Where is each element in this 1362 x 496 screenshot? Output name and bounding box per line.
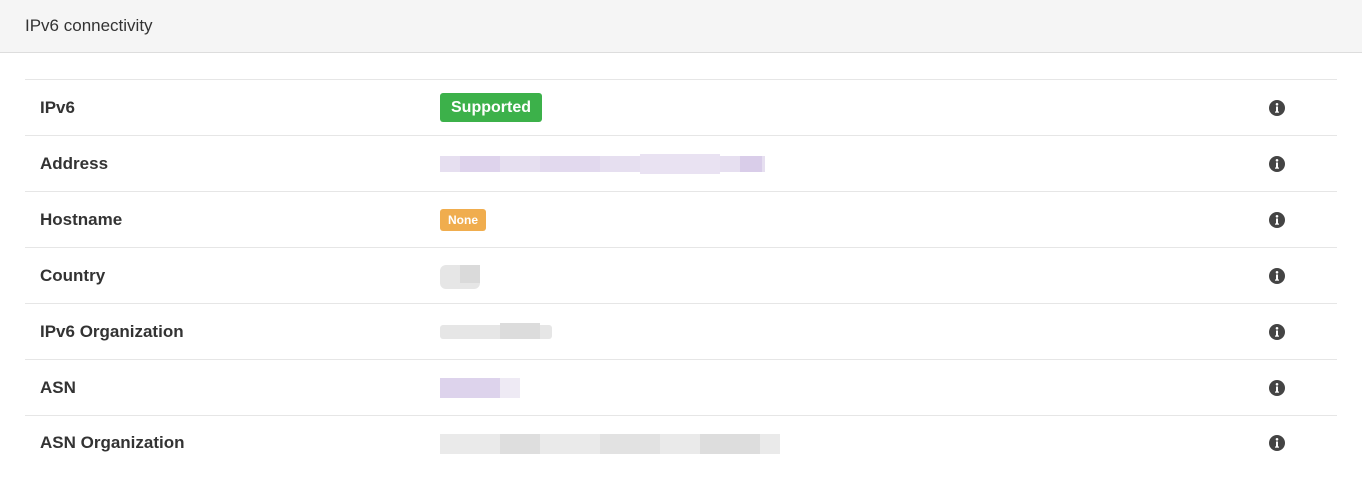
info-circle-icon[interactable] <box>1269 323 1285 340</box>
info-circle-icon[interactable] <box>1269 267 1285 284</box>
row-label: IPv6 <box>40 97 75 117</box>
redacted-asn <box>440 373 522 403</box>
row-value <box>440 416 782 470</box>
none-badge: None <box>440 208 486 231</box>
redacted-country <box>440 261 485 291</box>
info-circle-icon[interactable] <box>1269 379 1285 396</box>
row-label: IPv6 Organization <box>40 321 184 341</box>
info-circle-icon[interactable] <box>1269 211 1285 228</box>
table-row-asn: ASN <box>25 359 1337 415</box>
panel-title: IPv6 connectivity <box>25 16 153 35</box>
redacted-address <box>440 149 785 179</box>
table-row-ipv6: IPv6 Supported <box>25 79 1337 135</box>
row-value <box>440 248 485 303</box>
info-circle-icon[interactable] <box>1269 99 1285 116</box>
row-label: ASN <box>40 377 76 397</box>
row-value <box>440 304 555 359</box>
table-row-asn-organization: ASN Organization <box>25 415 1337 470</box>
row-value <box>440 136 785 191</box>
table-row-hostname: Hostname None <box>25 191 1337 247</box>
row-label: Country <box>40 265 106 285</box>
panel-header: IPv6 connectivity <box>0 0 1362 53</box>
row-label: ASN Organization <box>40 433 185 452</box>
row-value: None <box>440 192 486 247</box>
row-label: Hostname <box>40 209 123 229</box>
table-row-ipv6-organization: IPv6 Organization <box>25 303 1337 359</box>
supported-badge: Supported <box>440 93 542 122</box>
row-label: Address <box>40 153 109 173</box>
redacted-organization <box>440 317 555 347</box>
info-circle-icon[interactable] <box>1269 435 1285 451</box>
info-circle-icon[interactable] <box>1269 155 1285 172</box>
table-row-address: Address <box>25 135 1337 191</box>
row-value: Supported <box>440 80 542 135</box>
ipv6-info-table: IPv6 Supported Address Hostname None Cou… <box>0 53 1337 470</box>
table-row-country: Country <box>25 247 1337 303</box>
row-value <box>440 360 522 415</box>
redacted-asn-organization <box>440 428 782 458</box>
